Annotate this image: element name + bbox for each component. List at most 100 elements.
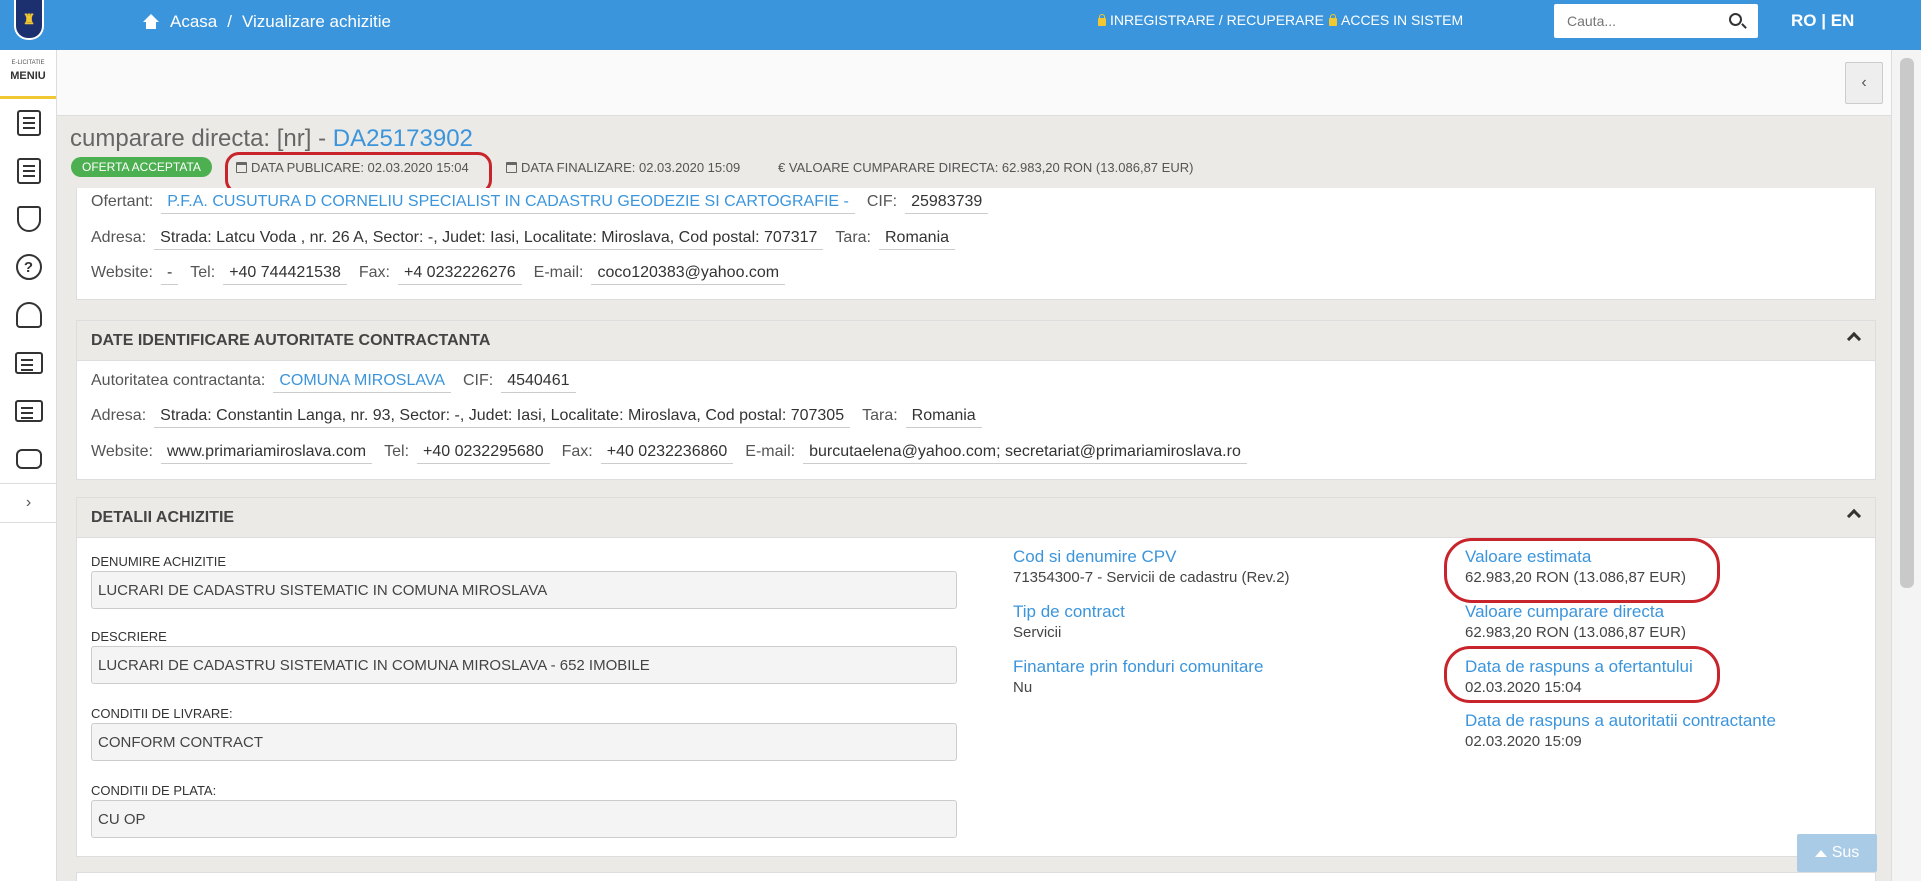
- cif-value: 4540461: [501, 372, 576, 393]
- publication-date: DATA PUBLICARE: 02.03.2020 15:04: [236, 160, 469, 175]
- chevron-up-icon[interactable]: [1846, 508, 1862, 524]
- tel-label: Tel:: [190, 264, 216, 281]
- payment-field: CU OP: [91, 800, 957, 838]
- authority-panel-header[interactable]: DATE IDENTIFICARE AUTORITATE CONTRACTANT…: [77, 321, 1875, 361]
- details-panel-title: DETALII ACHIZITIE: [91, 508, 235, 526]
- direct-purchase-value-label: Valoare cumparare directa: [1465, 602, 1665, 621]
- payment-label: CONDITII DE PLATA:: [91, 783, 217, 798]
- email-label: E-mail:: [745, 443, 796, 460]
- search-input[interactable]: [1554, 4, 1714, 38]
- sidebar-menu-label[interactable]: MENIU: [0, 70, 56, 99]
- collapse-button[interactable]: ‹: [1845, 62, 1883, 104]
- country-label: Tara:: [862, 407, 898, 424]
- email-value: burcutaelena@yahoo.com; secretariat@prim…: [803, 443, 1247, 464]
- finalization-date: DATA FINALIZARE: 02.03.2020 15:09: [506, 160, 740, 175]
- tel-label: Tel:: [384, 443, 410, 460]
- authority-value[interactable]: COMUNA MIROSLAVA: [273, 372, 451, 393]
- details-panel: DETALII ACHIZITIE DENUMIRE ACHIZITIE LUC…: [76, 497, 1876, 857]
- help-icon: ?: [15, 254, 42, 280]
- tree-icon: [15, 302, 42, 328]
- finalization-date-text: DATA FINALIZARE: 02.03.2020 15:09: [521, 160, 741, 175]
- back-to-top-button[interactable]: Sus: [1797, 834, 1877, 872]
- ofertant-label: Ofertant:: [91, 193, 154, 210]
- authority-contact-row: Website: www.primariamiroslava.com Tel: …: [91, 443, 1259, 464]
- sidebar-item-lists[interactable]: [0, 147, 57, 195]
- name-field: LUCRARI DE CADASTRU SISTEMATIC IN COMUNA…: [91, 571, 957, 609]
- address-label: Adresa:: [91, 407, 147, 424]
- authority-panel: DATE IDENTIFICARE AUTORITATE CONTRACTANT…: [76, 320, 1876, 480]
- delivery-field: CONFORM CONTRACT: [91, 723, 957, 761]
- country-label: Tara:: [835, 229, 871, 246]
- subheader: [57, 50, 1891, 116]
- estimated-value: 62.983,20 RON (13.086,87 EUR): [1465, 569, 1686, 586]
- eu-funding-value: Nu: [1013, 679, 1033, 696]
- scrollbar-thumb[interactable]: [1900, 58, 1914, 588]
- sidebar-brand-text: E-LICITATIE: [11, 60, 45, 66]
- sidebar-item-documents[interactable]: [0, 99, 57, 147]
- sidebar-item-security[interactable]: [0, 195, 57, 243]
- authority-panel-title: DATE IDENTIFICARE AUTORITATE CONTRACTANT…: [91, 331, 491, 349]
- id-card-icon: [14, 352, 43, 374]
- sidebar-item-messages[interactable]: [0, 435, 57, 483]
- sidebar-item-help[interactable]: ?: [0, 243, 57, 291]
- page-scrollbar[interactable]: [1891, 50, 1921, 881]
- authority-address-row: Adresa: Strada: Constantin Langa, nr. 93…: [91, 407, 994, 428]
- back-to-top-label: Sus: [1831, 844, 1860, 861]
- fax-label: Fax:: [561, 443, 593, 460]
- breadcrumb-home[interactable]: Acasa: [170, 12, 217, 32]
- authority-label: Autoritatea contractanta:: [91, 372, 266, 389]
- login-link[interactable]: ACCES IN SISTEM: [1329, 12, 1463, 28]
- calendar-icon: [506, 162, 517, 173]
- sidebar-item-profile[interactable]: [0, 339, 57, 387]
- search-icon[interactable]: [1729, 13, 1742, 26]
- website-value: www.primariamiroslava.com: [160, 443, 373, 464]
- status-badge: OFERTA ACCEPTATA: [71, 157, 212, 177]
- fax-label: Fax:: [358, 264, 390, 281]
- register-link[interactable]: INREGISTRARE / RECUPERARE: [1098, 12, 1324, 28]
- description-label: DESCRIERE: [91, 629, 167, 644]
- country-value: Romania: [879, 229, 956, 250]
- ofertant-panel: Ofertant: P.F.A. CUSUTURA D CORNELIU SPE…: [76, 188, 1876, 300]
- address-value: Strada: Latcu Voda , nr. 26 A, Sector: -…: [154, 229, 824, 250]
- email-value: coco120383@yahoo.com: [591, 264, 786, 285]
- language-switcher[interactable]: RO | EN: [1791, 11, 1854, 31]
- procurement-id-link[interactable]: DA25173902: [333, 125, 473, 152]
- delivery-label: CONDITII DE LIVRARE:: [91, 706, 233, 721]
- country-value: Romania: [905, 407, 982, 428]
- direct-purchase-value: 62.983,20 RON (13.086,87 EUR): [1465, 624, 1686, 641]
- home-icon[interactable]: [142, 14, 160, 30]
- breadcrumb: Acasa / Vizualizare achizitie: [142, 12, 391, 32]
- sidebar-item-institutions[interactable]: [0, 387, 57, 435]
- document-icon: [16, 110, 41, 136]
- user-lock-icon: [1098, 13, 1106, 26]
- cpv-value: 71354300-7 - Servicii de cadastru (Rev.2…: [1013, 569, 1290, 586]
- bidder-response-value: 02.03.2020 15:04: [1465, 679, 1582, 696]
- website-label: Website:: [91, 443, 153, 460]
- fax-value: +4 0232226276: [397, 264, 522, 285]
- website-value: -: [160, 264, 179, 285]
- authority-response-value: 02.03.2020 15:09: [1465, 733, 1582, 750]
- name-label: DENUMIRE ACHIZITIE: [91, 554, 227, 569]
- sidebar-expand-button[interactable]: ›: [0, 483, 57, 523]
- page-title-prefix: cumparare directa: [nr] -: [70, 125, 333, 152]
- fax-value: +40 0232236860: [600, 443, 734, 464]
- ofertant-row: Ofertant: P.F.A. CUSUTURA D CORNELIU SPE…: [91, 193, 1000, 214]
- contract-type-value: Servicii: [1013, 624, 1062, 641]
- chat-icon: [15, 449, 42, 469]
- cif-label: CIF:: [866, 193, 898, 210]
- authority-response-label: Data de raspuns a autoritatii contractan…: [1465, 711, 1776, 730]
- login-link-label: ACCES IN SISTEM: [1341, 12, 1464, 28]
- tel-value: +40 0232295680: [417, 443, 550, 464]
- sidebar-item-tree[interactable]: [0, 291, 57, 339]
- ofertant-value[interactable]: P.F.A. CUSUTURA D CORNELIU SPECIALIST IN…: [161, 193, 855, 214]
- site-logo[interactable]: ♜: [14, 0, 44, 40]
- lock-icon: [1329, 13, 1337, 26]
- chevron-up-icon[interactable]: [1846, 331, 1862, 347]
- cpv-label: Cod si denumire CPV: [1013, 547, 1177, 566]
- list-arrow-icon: [16, 158, 41, 184]
- estimated-value-label: Valoare estimata: [1465, 547, 1592, 566]
- description-field: LUCRARI DE CADASTRU SISTEMATIC IN COMUNA…: [91, 646, 957, 684]
- building-icon: [14, 400, 43, 422]
- details-panel-header[interactable]: DETALII ACHIZITIE: [77, 498, 1875, 538]
- email-label: E-mail:: [533, 264, 584, 281]
